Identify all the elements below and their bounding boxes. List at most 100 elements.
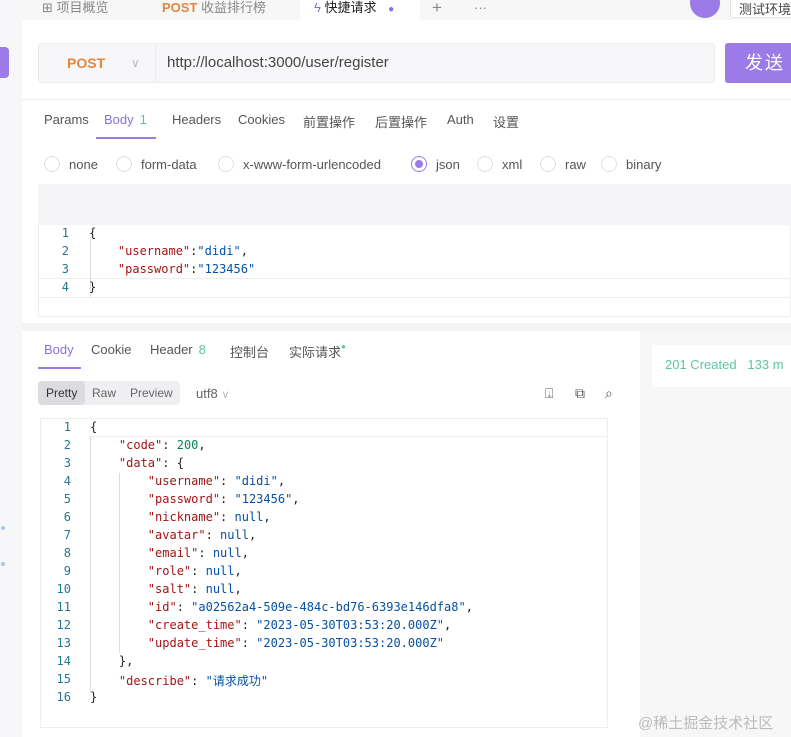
panel-separator[interactable] xyxy=(22,323,791,331)
code-line: "describe": "请求成功" xyxy=(90,672,268,689)
code-line: "password":"123456" xyxy=(89,262,255,276)
tab-headers[interactable]: Headers xyxy=(172,112,221,127)
tab-post-script[interactable]: 后置操作 xyxy=(375,112,427,131)
response-body-viewer[interactable]: 1 {2 "code": 200, 3 "data": {4 "username":… xyxy=(40,418,622,728)
line-number: 16 xyxy=(56,690,71,704)
code-token: "password" xyxy=(117,262,191,276)
view-pretty[interactable]: Pretty xyxy=(38,381,86,405)
code-token: "id" xyxy=(147,600,177,614)
code-token: , xyxy=(277,474,286,488)
code-token: : xyxy=(220,474,235,488)
code-line: }, xyxy=(90,654,133,668)
active-tab-indicator xyxy=(96,137,156,139)
tab-auth[interactable]: Auth xyxy=(447,112,474,127)
code-token: "2023-05-30T03:53:20.000Z" xyxy=(256,618,445,632)
watermark: @稀土掘金技术社区 xyxy=(638,715,774,732)
radio-none[interactable]: none xyxy=(44,156,98,172)
code-token: "avatar" xyxy=(147,528,206,542)
line-number: 2 xyxy=(61,244,69,258)
code-token: "describe" xyxy=(118,674,192,688)
tab-actual-request[interactable]: 实际请求● xyxy=(289,342,346,361)
radio-circle xyxy=(218,156,234,172)
line-number: 3 xyxy=(63,456,71,470)
status-dot-icon: ● xyxy=(341,342,346,351)
status-code: 201 Created xyxy=(665,357,737,372)
code-token: "password" xyxy=(147,492,221,506)
code-token: : xyxy=(198,546,213,560)
tab-bar: ⊞ 项目概览 POST 收益排行榜 ϟ 快捷请求 ● + ··· 测试环境-..… xyxy=(22,0,791,20)
tab-response-cookie[interactable]: Cookie xyxy=(91,342,131,357)
view-preview[interactable]: Preview xyxy=(122,381,181,405)
code-line: "update_time": "2023-05-30T03:53:20.000Z… xyxy=(90,636,444,650)
method-select[interactable]: POST ∨ xyxy=(39,44,156,82)
code-line: "role": null, xyxy=(90,564,242,578)
encoding-select[interactable]: utf8 ∨ xyxy=(196,386,229,401)
code-token: : { xyxy=(162,456,184,470)
tab-console[interactable]: 控制台 xyxy=(230,342,269,361)
code-token: : xyxy=(220,492,235,506)
line-number: 4 xyxy=(63,474,71,488)
code-token: "123456" xyxy=(197,262,256,276)
vertical-scrollbar[interactable] xyxy=(607,418,622,728)
left-sidebar xyxy=(0,0,22,737)
url-input[interactable]: http://localhost:3000/user/register xyxy=(167,44,389,82)
code-token: , xyxy=(234,582,242,596)
code-line: "password": "123456", xyxy=(90,492,300,506)
code-token: "username" xyxy=(117,244,191,258)
line-number: 15 xyxy=(56,672,71,686)
more-tabs-button[interactable]: ··· xyxy=(474,0,487,20)
sidebar-active-item[interactable] xyxy=(0,47,9,78)
copy-icon[interactable]: ⧉ xyxy=(575,385,585,402)
tab-response-header[interactable]: Header 8 xyxy=(150,342,206,357)
tab-settings[interactable]: 设置 xyxy=(493,112,519,131)
code-line: "username":"didi", xyxy=(89,244,248,258)
chevron-down-icon: ∨ xyxy=(131,56,140,70)
tab-project-overview[interactable]: ⊞ 项目概览 xyxy=(42,0,109,20)
line-number: 1 xyxy=(61,226,69,240)
code-token: , xyxy=(248,528,257,542)
lightning-icon: ϟ xyxy=(314,0,321,15)
code-line: "avatar": null, xyxy=(90,528,256,542)
radio-json[interactable]: json xyxy=(411,156,460,172)
active-tab-indicator xyxy=(38,367,81,369)
code-line: } xyxy=(89,280,96,294)
environment-select[interactable]: 测试环境-... xyxy=(730,0,791,18)
code-token: "2023-05-30T03:53:20.000Z" xyxy=(256,636,445,650)
tab-quick-request[interactable]: ϟ 快捷请求 ● xyxy=(300,0,420,20)
radio-circle xyxy=(116,156,132,172)
code-line: "code": 200, xyxy=(90,438,206,452)
code-token: : xyxy=(241,618,257,632)
code-line: { xyxy=(90,420,97,434)
tab-body[interactable]: Body 1 xyxy=(104,112,147,127)
send-button[interactable]: 发送 xyxy=(725,43,791,83)
search-icon[interactable]: ⌕ xyxy=(605,385,613,402)
download-icon[interactable]: ⍗ xyxy=(545,385,553,402)
add-tab-button[interactable]: + xyxy=(432,0,442,20)
tab-pre-script[interactable]: 前置操作 xyxy=(303,112,355,131)
tab-cookies[interactable]: Cookies xyxy=(238,112,285,127)
code-token: , xyxy=(241,546,249,560)
code-token: "123456" xyxy=(234,492,293,506)
grid-icon: ⊞ xyxy=(42,0,57,15)
tab-response-body[interactable]: Body xyxy=(44,342,74,357)
radio-raw[interactable]: raw xyxy=(540,156,586,172)
code-token: : xyxy=(241,636,257,650)
radio-circle xyxy=(477,156,493,172)
code-line: "data": { xyxy=(90,456,184,470)
tab-params[interactable]: Params xyxy=(44,112,89,127)
radio-urlencoded[interactable]: x-www-form-urlencoded xyxy=(218,156,381,172)
code-token: "nickname" xyxy=(147,510,221,524)
code-token: , xyxy=(263,510,271,524)
tab-revenue-ranking[interactable]: POST 收益排行榜 xyxy=(162,0,266,20)
radio-form-data[interactable]: form-data xyxy=(116,156,197,172)
radio-binary[interactable]: binary xyxy=(601,156,661,172)
refresh-icon[interactable] xyxy=(690,0,720,18)
view-raw[interactable]: Raw xyxy=(84,381,124,405)
request-body-editor[interactable]: 1 {2 "username":"didi", 3 "password":"1234… xyxy=(38,225,791,317)
radio-xml[interactable]: xml xyxy=(477,156,522,172)
